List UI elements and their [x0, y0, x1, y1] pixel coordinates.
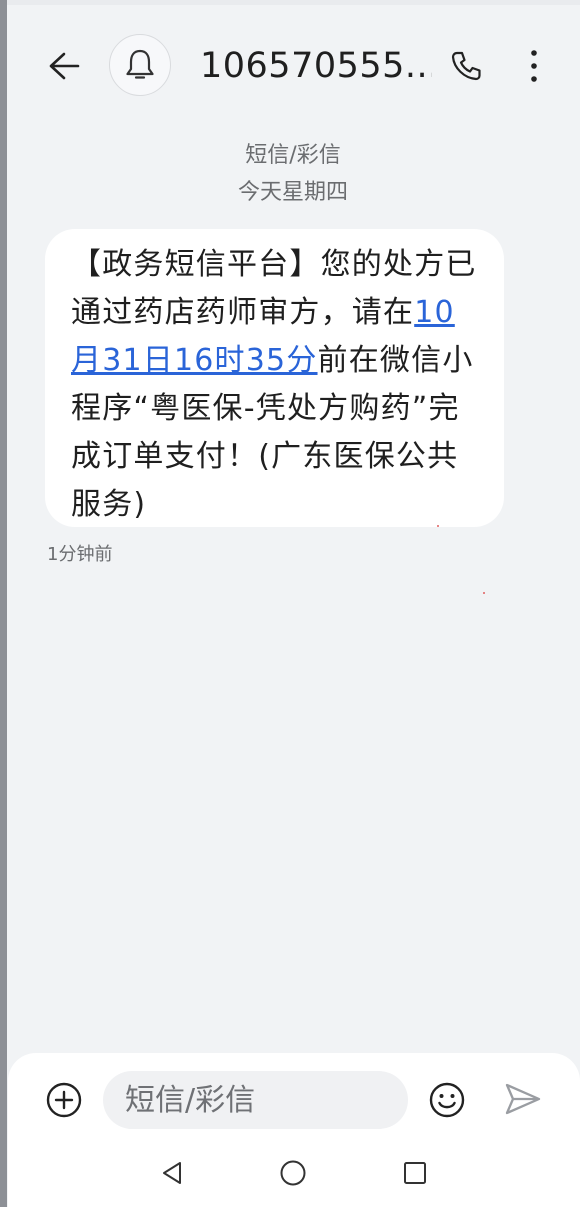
nav-home-button[interactable] — [276, 1156, 310, 1190]
conversation-header: 106570555... — [0, 0, 580, 130]
emoji-icon — [429, 1082, 465, 1118]
phone-icon — [451, 51, 481, 81]
nav-recent-icon — [404, 1162, 426, 1184]
call-button[interactable] — [442, 44, 490, 88]
screen-speck — [483, 592, 485, 594]
nav-recent-button[interactable] — [398, 1156, 432, 1190]
nav-back-icon — [163, 1162, 181, 1184]
incoming-message-bubble[interactable]: 【政务短信平台】您的处方已通过药店药师审方，请在10月31日16时35分前在微信… — [45, 229, 504, 527]
screen-speck — [437, 525, 439, 527]
message-timestamp: 1分钟前 — [47, 544, 113, 565]
back-button[interactable] — [40, 44, 88, 88]
send-icon — [505, 1083, 541, 1115]
nav-home-icon — [280, 1160, 306, 1186]
bell-icon — [126, 49, 154, 79]
thread-type-label: 短信/彩信 — [245, 143, 341, 168]
add-attachment-button[interactable] — [42, 1078, 86, 1122]
contact-avatar[interactable] — [109, 34, 171, 96]
nav-back-button[interactable] — [155, 1156, 189, 1190]
send-button[interactable] — [500, 1076, 546, 1122]
add-circle-icon — [46, 1082, 82, 1118]
more-vertical-icon — [531, 50, 537, 82]
more-button[interactable] — [512, 44, 556, 88]
emoji-button[interactable] — [424, 1077, 470, 1123]
back-arrow-icon — [49, 52, 80, 80]
message-input[interactable] — [103, 1071, 408, 1129]
conversation-title: 106570555... — [200, 46, 432, 86]
message-text: 【政务短信平台】您的处方已通过药店药师审方，请在10月31日16时35分前在微信… — [71, 241, 478, 529]
thread-date-label: 今天星期四 — [237, 180, 348, 205]
